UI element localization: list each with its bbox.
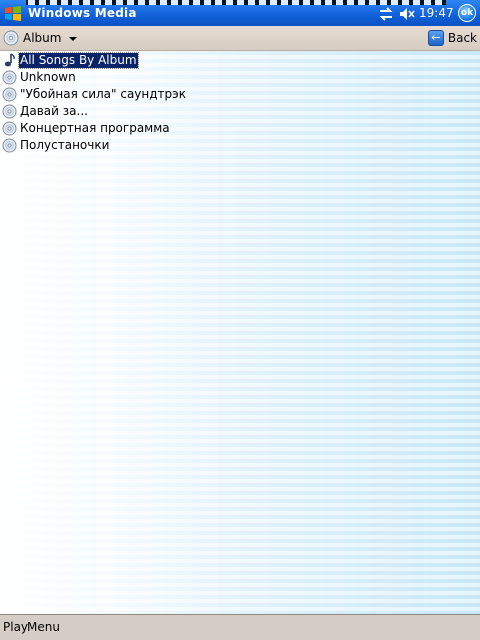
library-list-area: All Songs By Album Unknown "Убойная сила…: [0, 51, 480, 614]
library-toolbar: Album ← Back: [0, 26, 480, 51]
list-item-label: Концертная программа: [20, 121, 170, 135]
back-button-label: Back: [447, 31, 477, 45]
cd-icon: [3, 30, 19, 46]
volume-icon[interactable]: [399, 6, 415, 22]
menu-softkey[interactable]: Menu: [27, 620, 60, 634]
back-button[interactable]: ← Back: [427, 29, 477, 47]
sync-icon[interactable]: [378, 6, 394, 22]
start-icon[interactable]: [3, 4, 23, 24]
back-arrow-icon: ←: [427, 30, 444, 46]
menu-bar: Play Menu: [0, 614, 480, 640]
filmstrip-decoration: [26, 0, 446, 5]
cd-icon: [2, 138, 17, 153]
cd-icon: [2, 70, 17, 85]
play-softkey[interactable]: Play: [3, 620, 28, 634]
list-item[interactable]: All Songs By Album: [2, 52, 187, 69]
title-bar: Windows Media 19:47 ok: [0, 0, 480, 26]
list-item-label: All Songs By Album: [18, 52, 139, 69]
app-title: Windows Media: [28, 6, 137, 20]
chevron-down-icon: [69, 37, 78, 41]
album-list: All Songs By Album Unknown "Убойная сила…: [2, 52, 187, 154]
list-item[interactable]: Концертная программа: [2, 120, 187, 137]
list-item-label: "Убойная сила" саундтрэк: [20, 87, 186, 101]
list-item-label: Unknown: [20, 70, 76, 84]
music-note-icon: [4, 53, 15, 67]
list-item[interactable]: Давай за...: [2, 103, 187, 120]
cd-icon: [2, 121, 17, 136]
list-item[interactable]: Unknown: [2, 69, 187, 86]
view-selector-label: Album: [23, 31, 62, 45]
list-item-label: Полустаночки: [20, 138, 110, 152]
list-item-label: Давай за...: [20, 104, 88, 118]
list-item[interactable]: "Убойная сила" саундтрэк: [2, 86, 187, 103]
list-item[interactable]: Полустаночки: [2, 137, 187, 154]
view-selector[interactable]: Album: [3, 29, 78, 47]
cd-icon: [2, 104, 17, 119]
cd-icon: [2, 87, 17, 102]
ok-button[interactable]: ok: [458, 4, 476, 22]
clock[interactable]: 19:47: [419, 6, 454, 20]
